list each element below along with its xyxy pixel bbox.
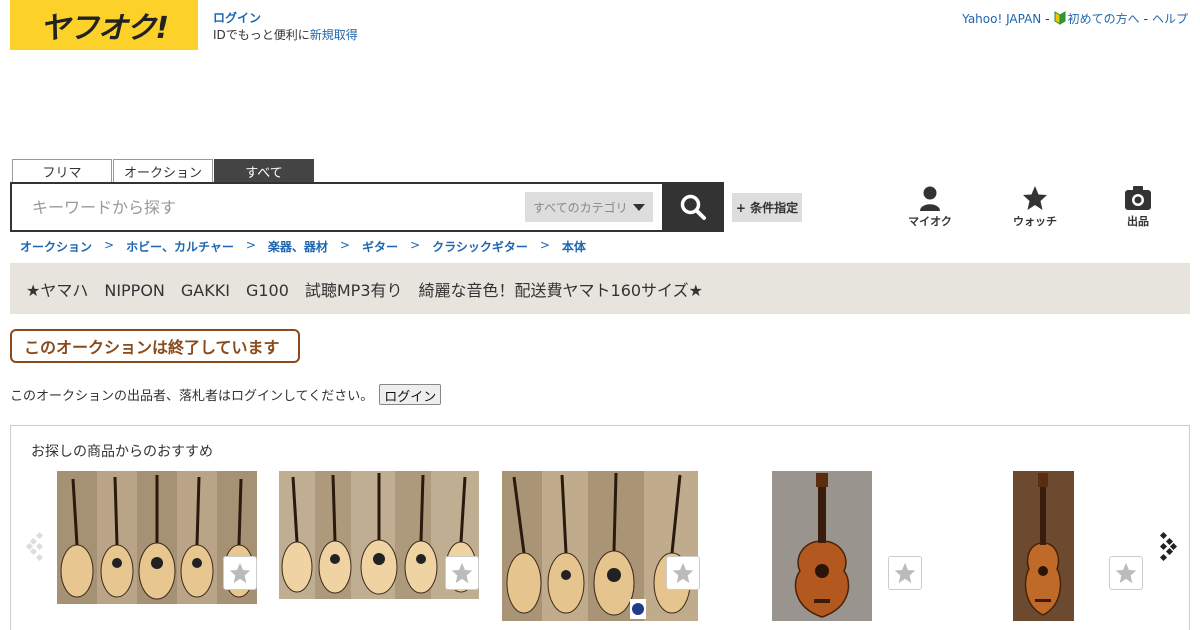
yahoo-japan-link[interactable]: Yahoo! JAPAN bbox=[962, 12, 1041, 26]
recommendations-panel: お探しの商品からのおすすめ bbox=[10, 425, 1190, 630]
breadcrumb-separator: > bbox=[245, 238, 256, 252]
link-separator: - bbox=[1045, 11, 1050, 26]
breadcrumb: オークション > ホビー、カルチャー > 楽器、器材 > ギター > クラシック… bbox=[20, 238, 586, 255]
login-prompt: このオークションの出品者、落札者はログインしてください。 ログイン bbox=[10, 384, 442, 405]
nav-my-label: マイオク bbox=[908, 215, 952, 228]
carousel-next-icon[interactable] bbox=[1156, 531, 1178, 561]
search-button[interactable] bbox=[662, 182, 724, 232]
category-select[interactable]: すべてのカテゴリ bbox=[525, 192, 653, 222]
nav-my-auction[interactable]: マイオク bbox=[905, 185, 955, 229]
watch-star-button[interactable] bbox=[1109, 556, 1143, 590]
login-block: ログイン IDでもっと便利に新規取得 bbox=[213, 10, 358, 44]
link-separator: - bbox=[1143, 11, 1148, 26]
chevron-down-icon bbox=[633, 203, 645, 211]
classical-guitar-photo[interactable] bbox=[772, 471, 872, 621]
search-box: すべてのカテゴリ bbox=[10, 182, 662, 232]
item-title-bar: ★ヤマハ NIPPON GAKKI G100 試聴MP3有り 綺麗な音色！配送費… bbox=[10, 263, 1190, 314]
watch-star-button[interactable] bbox=[666, 556, 700, 590]
breadcrumb-separator: > bbox=[539, 238, 550, 252]
carousel-prev-icon[interactable] bbox=[25, 531, 47, 561]
item-title: ★ヤマハ NIPPON GAKKI G100 試聴MP3有り 綺麗な音色！配送費… bbox=[26, 280, 703, 300]
watch-star-button[interactable] bbox=[888, 556, 922, 590]
breadcrumb-separator: > bbox=[339, 238, 350, 252]
acoustic-guitars-photo[interactable] bbox=[502, 471, 698, 621]
star-icon bbox=[451, 562, 473, 584]
signup-link[interactable]: 新規取得 bbox=[310, 28, 358, 42]
logo-text: ヤフオク! bbox=[39, 11, 169, 46]
beginner-mark-icon bbox=[1054, 11, 1066, 25]
tab-all[interactable]: すべて bbox=[214, 159, 314, 182]
tab-furima[interactable]: フリマ bbox=[12, 159, 112, 182]
top-links: Yahoo! JAPAN - 初めての方へ - ヘルプ bbox=[962, 10, 1188, 27]
user-icon bbox=[920, 186, 940, 211]
nav-sell-label: 出品 bbox=[1127, 215, 1149, 228]
star-icon bbox=[672, 562, 694, 584]
breadcrumb-item[interactable]: オークション bbox=[20, 238, 92, 255]
breadcrumb-item[interactable]: ギター bbox=[362, 238, 398, 255]
auction-ended-notice: このオークションは終了しています bbox=[10, 329, 300, 363]
category-select-label: すべてのカテゴリ bbox=[533, 200, 628, 215]
search-tabs: フリマ オークション すべて bbox=[12, 159, 314, 182]
breadcrumb-item[interactable]: 本体 bbox=[562, 238, 586, 255]
watch-star-button[interactable] bbox=[445, 556, 479, 590]
breadcrumb-item[interactable]: 楽器、器材 bbox=[268, 238, 328, 255]
yahuoku-logo[interactable]: ヤフオク! bbox=[10, 0, 198, 50]
login-button[interactable]: ログイン bbox=[379, 384, 442, 405]
breadcrumb-item[interactable]: ホビー、カルチャー bbox=[126, 238, 234, 255]
login-sub-text: IDでもっと便利に bbox=[213, 28, 310, 42]
star-icon bbox=[1115, 562, 1137, 584]
star-icon bbox=[1023, 186, 1047, 210]
breadcrumb-item[interactable]: クラシックギター bbox=[432, 238, 528, 255]
beginner-link-label: 初めての方へ bbox=[1067, 12, 1140, 26]
watch-star-button[interactable] bbox=[223, 556, 257, 590]
classical-guitar-photo[interactable] bbox=[1013, 471, 1074, 621]
search-icon bbox=[680, 194, 706, 220]
breadcrumb-separator: > bbox=[104, 238, 115, 252]
search-input[interactable] bbox=[32, 184, 512, 230]
beginner-link[interactable]: 初めての方へ bbox=[1054, 10, 1140, 27]
login-link[interactable]: ログイン bbox=[213, 11, 261, 25]
recommendations-title: お探しの商品からのおすすめ bbox=[31, 444, 213, 460]
login-prompt-text: このオークションの出品者、落札者はログインしてください。 bbox=[10, 389, 374, 404]
camera-icon bbox=[1125, 186, 1151, 210]
help-link[interactable]: ヘルプ bbox=[1152, 10, 1188, 27]
nav-watch-label: ウォッチ bbox=[1013, 215, 1057, 228]
star-icon bbox=[229, 562, 251, 584]
nav-watch[interactable]: ウォッチ bbox=[1010, 185, 1060, 229]
star-icon bbox=[894, 562, 916, 584]
tab-auction[interactable]: オークション bbox=[113, 159, 213, 182]
advanced-search-button[interactable]: + 条件指定 bbox=[732, 193, 802, 222]
breadcrumb-separator: > bbox=[410, 238, 421, 252]
nav-sell[interactable]: 出品 bbox=[1113, 185, 1163, 229]
